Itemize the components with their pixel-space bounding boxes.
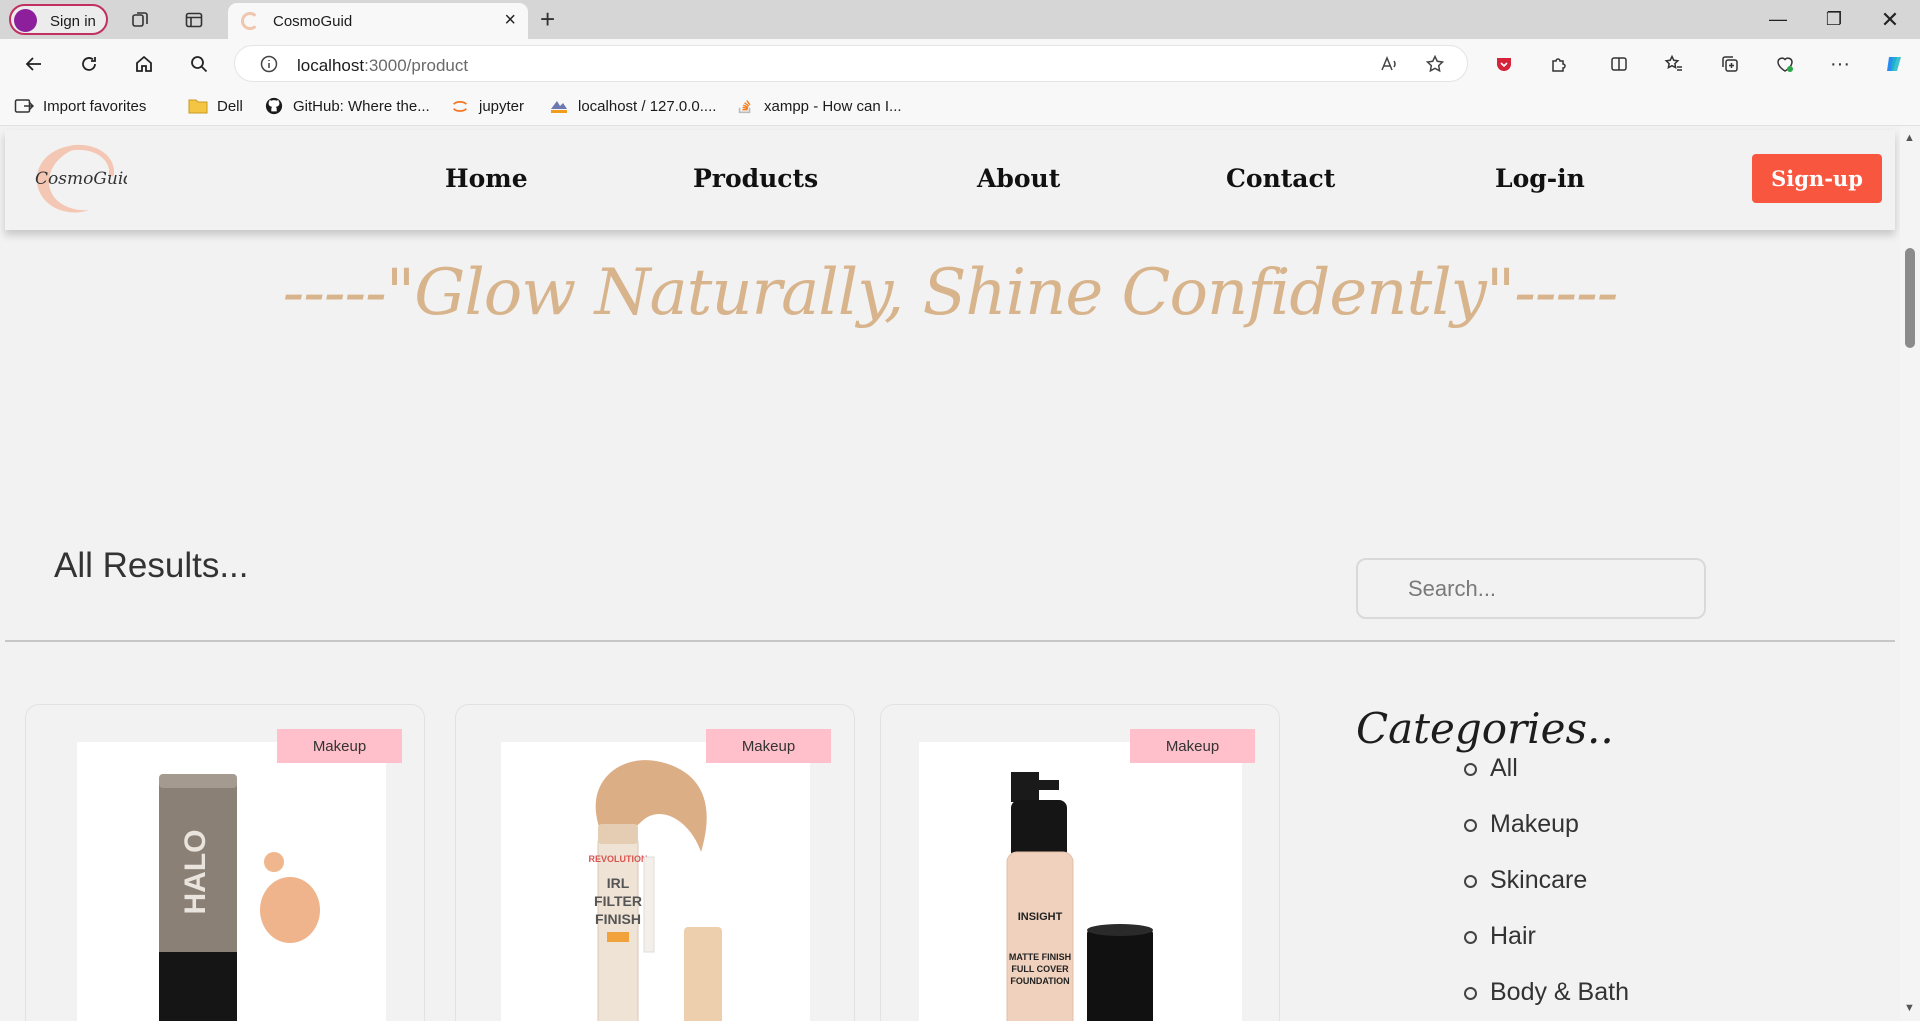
category-item-hair[interactable]: Hair <box>1464 922 1629 978</box>
page-viewport: CosmoGuid Home Products About Contact Lo… <box>0 126 1900 1021</box>
more-options-icon[interactable]: ··· <box>1826 50 1854 78</box>
category-badge: Makeup <box>277 729 402 763</box>
site-info-icon[interactable] <box>255 50 283 78</box>
product-card[interactable]: INSIGHT MATTE FINISH FULL COVER FOUNDATI… <box>880 704 1280 1021</box>
category-item-body-bath[interactable]: Body & Bath <box>1464 978 1629 1021</box>
logo-text: CosmoGuid <box>35 169 127 189</box>
workspaces-icon[interactable] <box>126 6 154 34</box>
favorite-label: jupyter <box>479 97 525 115</box>
svg-text:FULL COVER: FULL COVER <box>1011 964 1069 974</box>
category-badge: Makeup <box>1130 729 1255 763</box>
categories-list: All Makeup Skincare Hair Body & Bath <box>1464 754 1629 1021</box>
scroll-up-icon[interactable]: ▲ <box>1904 132 1915 144</box>
svg-text:FINISH: FINISH <box>595 911 641 927</box>
split-screen-icon[interactable] <box>1605 50 1633 78</box>
tab-actions-icon[interactable] <box>180 6 208 34</box>
folder-icon <box>188 99 208 114</box>
product-image-halo-tint: HALO <box>77 742 386 1021</box>
svg-text:FILTER: FILTER <box>594 893 642 909</box>
category-item-makeup[interactable]: Makeup <box>1464 810 1629 866</box>
svg-text:HALO: HALO <box>179 830 212 915</box>
page-scrollbar[interactable]: ▲ ▼ <box>1900 126 1920 1021</box>
extension-pocket-icon[interactable] <box>1490 50 1518 78</box>
category-item-skincare[interactable]: Skincare <box>1464 866 1629 922</box>
import-icon <box>14 99 34 113</box>
copilot-icon[interactable] <box>1880 50 1908 78</box>
product-search[interactable] <box>1356 558 1706 619</box>
avatar <box>14 9 37 32</box>
profile-button[interactable]: Sign in <box>9 4 108 35</box>
svg-text:IRL: IRL <box>607 875 630 891</box>
github-icon <box>265 97 283 115</box>
scrollbar-thumb[interactable] <box>1905 248 1915 348</box>
nav-products[interactable]: Products <box>693 164 818 193</box>
stackoverflow-icon <box>738 100 751 114</box>
restore-icon[interactable]: ❐ <box>1806 0 1862 39</box>
scroll-down-icon[interactable]: ▼ <box>1904 1002 1915 1014</box>
favorite-label: xampp - How can I... <box>764 97 902 115</box>
address-bar[interactable]: localhost:3000/product <box>234 45 1468 82</box>
tab-title: CosmoGuid <box>273 13 353 30</box>
nav-login[interactable]: Log-in <box>1495 164 1585 193</box>
svg-text:MATTE FINISH: MATTE FINISH <box>1009 952 1071 962</box>
hero-tagline: -----"Glow Naturally, Shine Confidently"… <box>282 256 1619 330</box>
tab-cosmoguid[interactable]: CosmoGuid × <box>228 3 528 39</box>
favorite-label: Dell <box>217 97 243 115</box>
product-image-concealer: REVOLUTION IRL FILTER FINISH <box>501 742 810 1021</box>
url-text[interactable]: localhost:3000/product <box>297 56 468 76</box>
favorites-list-icon[interactable] <box>1660 50 1688 78</box>
categories-heading: Categories.. <box>1356 704 1614 753</box>
new-tab-button[interactable]: + <box>540 5 555 33</box>
url-path: :3000/product <box>364 56 469 75</box>
profile-label: Sign in <box>50 13 96 30</box>
browser-essentials-icon[interactable] <box>1771 50 1799 78</box>
favorite-star-icon[interactable] <box>1421 50 1449 78</box>
favorite-label: GitHub: Where the... <box>293 97 430 115</box>
cosmoguid-logo[interactable]: CosmoGuid <box>27 140 127 220</box>
product-card[interactable]: REVOLUTION IRL FILTER FINISH Makeup <box>455 704 855 1021</box>
read-aloud-icon[interactable] <box>1375 50 1403 78</box>
extensions-icon[interactable] <box>1545 50 1573 78</box>
category-item-all[interactable]: All <box>1464 754 1629 810</box>
svg-text:INSIGHT: INSIGHT <box>1018 911 1063 923</box>
phpmyadmin-icon <box>551 101 567 113</box>
browser-toolbar: localhost:3000/product ··· <box>0 39 1920 89</box>
favorite-github[interactable]: GitHub: Where the... <box>264 97 430 115</box>
results-heading: All Results... <box>54 546 249 585</box>
site-favicon-icon <box>241 12 259 30</box>
svg-text:REVOLUTION: REVOLUTION <box>588 854 647 864</box>
close-tab-icon[interactable]: × <box>504 9 516 32</box>
url-host: localhost <box>297 56 365 75</box>
favorites-bar: Import favorites Dell GitHub: Where the.… <box>0 89 1920 126</box>
jupyter-icon <box>453 101 467 112</box>
product-card[interactable]: HALO Makeup <box>25 704 425 1021</box>
signup-button[interactable]: Sign-up <box>1752 154 1882 203</box>
category-badge: Makeup <box>706 729 831 763</box>
favorite-dell[interactable]: Dell <box>188 97 243 115</box>
collections-icon[interactable] <box>1716 50 1744 78</box>
back-icon[interactable] <box>20 50 48 78</box>
nav-about[interactable]: About <box>977 164 1060 193</box>
favorite-import[interactable]: Import favorites <box>14 97 146 115</box>
search-icon[interactable] <box>185 50 213 78</box>
browser-tab-strip: Sign in CosmoGuid × + — ❐ ✕ <box>0 0 1920 39</box>
minimize-icon[interactable]: — <box>1750 0 1806 39</box>
search-input[interactable] <box>1358 560 1704 617</box>
favorite-label: localhost / 127.0.0.... <box>578 97 717 115</box>
svg-text:FOUNDATION: FOUNDATION <box>1010 976 1069 986</box>
site-navbar: CosmoGuid Home Products About Contact Lo… <box>5 130 1895 230</box>
categories-panel: Categories.. All Makeup Skincare Hair Bo… <box>1356 704 1629 1006</box>
nav-home[interactable]: Home <box>445 164 528 193</box>
favorite-jupyter[interactable]: jupyter <box>450 97 524 115</box>
favorite-xampp[interactable]: xampp - How can I... <box>735 97 902 115</box>
product-image-foundation: INSIGHT MATTE FINISH FULL COVER FOUNDATI… <box>919 742 1242 1021</box>
section-divider <box>5 640 1895 642</box>
refresh-icon[interactable] <box>75 50 103 78</box>
favorite-label: Import favorites <box>43 97 147 115</box>
nav-contact[interactable]: Contact <box>1226 164 1335 193</box>
close-window-icon[interactable]: ✕ <box>1862 0 1918 39</box>
favorite-localhost[interactable]: localhost / 127.0.0.... <box>549 97 716 115</box>
home-icon[interactable] <box>130 50 158 78</box>
